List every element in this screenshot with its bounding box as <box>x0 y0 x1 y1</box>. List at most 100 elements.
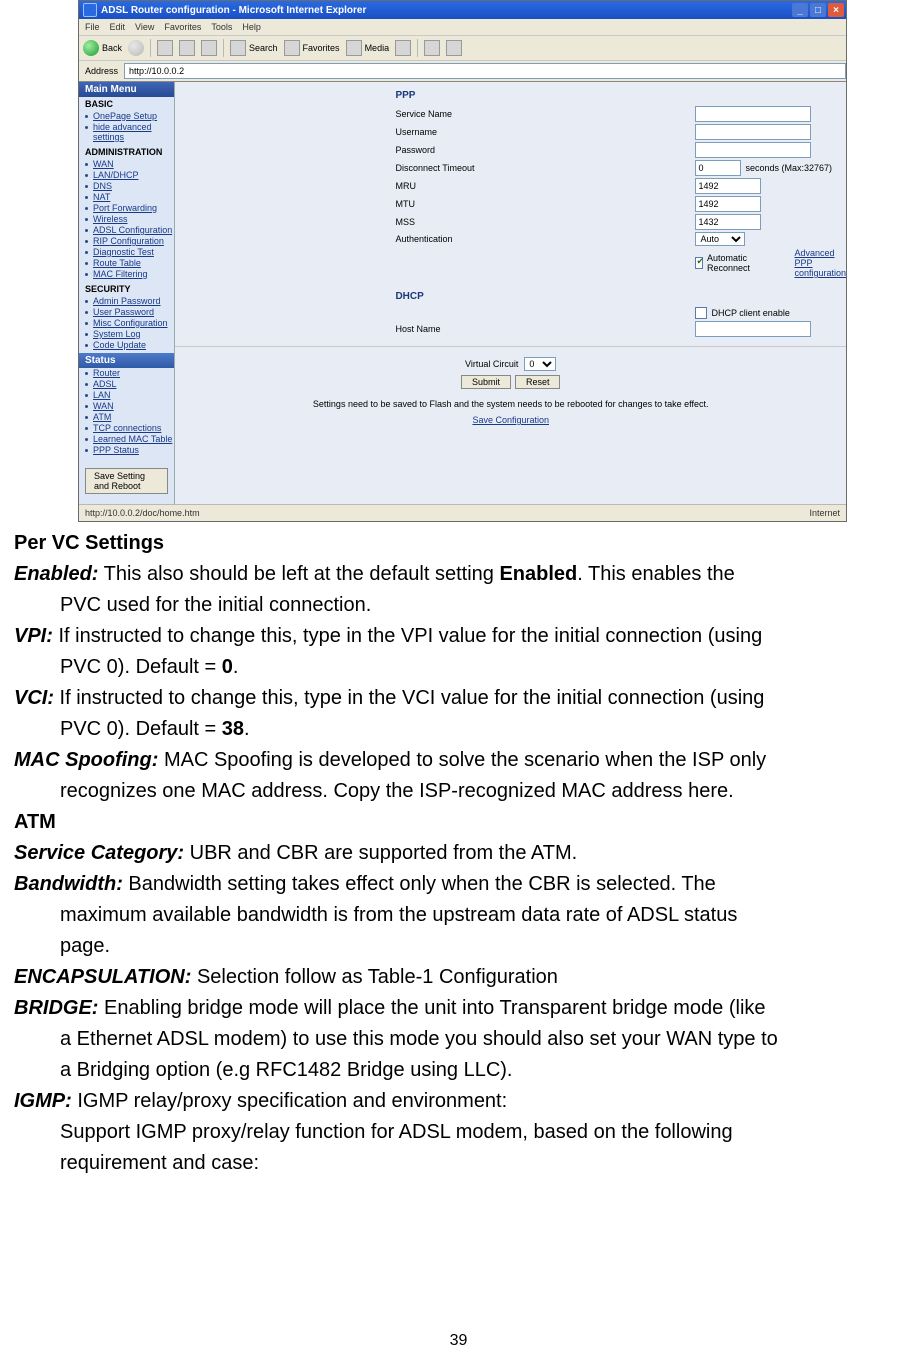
sidebar-item[interactable]: LAN <box>93 390 111 400</box>
para-bandwidth: Bandwidth: Bandwidth setting takes effec… <box>14 869 903 900</box>
sidebar-item[interactable]: ADSL <box>93 379 117 389</box>
favorites-button[interactable]: Favorites <box>284 40 340 56</box>
back-button[interactable]: Back <box>83 40 122 56</box>
para-vpi: VPI: If instructed to change this, type … <box>14 621 903 652</box>
sidebar-group-basic: BASIC <box>79 97 174 111</box>
sidebar-item[interactable]: ATM <box>93 412 111 422</box>
window-close-button[interactable]: × <box>828 3 844 17</box>
home-button[interactable] <box>201 40 217 56</box>
label-virtual-circuit: Virtual Circuit <box>465 359 518 369</box>
submit-button[interactable]: Submit <box>461 375 511 389</box>
mail-button[interactable] <box>424 40 440 56</box>
checkbox-auto-reconnect[interactable] <box>695 257 703 269</box>
sidebar-group-status: Status <box>79 353 174 368</box>
page-number: 39 <box>0 1332 917 1350</box>
refresh-button[interactable] <box>179 40 195 56</box>
sidebar-item[interactable]: Port Forwarding <box>93 203 157 213</box>
sidebar-item[interactable]: RIP Configuration <box>93 236 164 246</box>
sidebar-item[interactable]: Diagnostic Test <box>93 247 154 257</box>
menu-view[interactable]: View <box>135 22 154 32</box>
sidebar-item[interactable]: OnePage Setup <box>93 111 157 121</box>
sidebar-item[interactable]: WAN <box>93 159 114 169</box>
media-button[interactable]: Media <box>346 40 390 56</box>
sidebar-item[interactable]: System Log <box>93 329 141 339</box>
sidebar-item[interactable]: Misc Configuration <box>93 318 168 328</box>
link-save-configuration[interactable]: Save Configuration <box>472 415 549 425</box>
back-icon <box>83 40 99 56</box>
checkbox-dhcp-client[interactable] <box>695 307 707 319</box>
menu-tools[interactable]: Tools <box>211 22 232 32</box>
input-password[interactable] <box>695 142 811 158</box>
input-username[interactable] <box>695 124 811 140</box>
router-config-screenshot: ADSL Router configuration - Microsoft In… <box>78 0 847 522</box>
section-dhcp: DHCP <box>175 279 846 306</box>
sidebar-item[interactable]: hide advanced settings <box>93 122 152 142</box>
menu-bar: File Edit View Favorites Tools Help <box>79 19 846 36</box>
favorites-icon <box>284 40 300 56</box>
forward-button[interactable] <box>128 40 144 56</box>
link-advanced-ppp[interactable]: Advanced PPP configuration <box>794 248 846 278</box>
history-button[interactable] <box>395 40 411 56</box>
para-vpi-cont: PVC 0). Default = 0. <box>14 652 903 683</box>
sidebar: Main Menu BASIC OnePage Setup hide advan… <box>79 82 175 504</box>
label-username: Username <box>175 127 695 137</box>
toolbar-separator <box>150 39 151 57</box>
sidebar-item[interactable]: NAT <box>93 192 110 202</box>
sidebar-item[interactable]: Router <box>93 368 120 378</box>
sidebar-item[interactable]: WAN <box>93 401 114 411</box>
sidebar-item[interactable]: LAN/DHCP <box>93 170 139 180</box>
reset-button[interactable]: Reset <box>515 375 561 389</box>
label-mtu: MTU <box>175 199 695 209</box>
media-icon <box>346 40 362 56</box>
para-encapsulation: ENCAPSULATION: Selection follow as Table… <box>14 962 903 993</box>
save-reboot-button[interactable]: Save Setting and Reboot <box>85 468 168 494</box>
sidebar-item[interactable]: MAC Filtering <box>93 269 148 279</box>
input-service-name[interactable] <box>695 106 811 122</box>
input-mru[interactable] <box>695 178 761 194</box>
sidebar-item[interactable]: Code Update <box>93 340 146 350</box>
menu-help[interactable]: Help <box>242 22 261 32</box>
status-zone: Internet <box>809 508 840 518</box>
hint-disconnect: seconds (Max:32767) <box>745 163 832 173</box>
para-vci: VCI: If instructed to change this, type … <box>14 683 903 714</box>
para-bandwidth-cont1: maximum available bandwidth is from the … <box>14 900 903 931</box>
window-maximize-button[interactable]: □ <box>810 3 826 17</box>
label-mss: MSS <box>175 217 695 227</box>
input-mtu[interactable] <box>695 196 761 212</box>
search-button[interactable]: Search <box>230 40 278 56</box>
sidebar-item[interactable]: DNS <box>93 181 112 191</box>
address-input[interactable]: http://10.0.0.2 <box>124 63 846 79</box>
window-minimize-button[interactable]: _ <box>792 3 808 17</box>
print-button[interactable] <box>446 40 462 56</box>
select-auth[interactable]: Auto <box>695 232 745 246</box>
menu-edit[interactable]: Edit <box>110 22 126 32</box>
sidebar-item[interactable]: ADSL Configuration <box>93 225 172 235</box>
label-disconnect-timeout: Disconnect Timeout <box>175 163 695 173</box>
document-body: Per VC Settings Enabled: This also shoul… <box>0 522 917 1179</box>
toolbar-separator <box>417 39 418 57</box>
sidebar-item[interactable]: Admin Password <box>93 296 161 306</box>
sidebar-item[interactable]: Route Table <box>93 258 141 268</box>
section-ppp: PPP <box>175 88 846 105</box>
status-bar: http://10.0.0.2/doc/home.htm Internet <box>79 504 846 521</box>
label-service-name: Service Name <box>175 109 695 119</box>
label-auto-reconnect: Automatic Reconnect <box>707 253 754 273</box>
sidebar-item[interactable]: User Password <box>93 307 154 317</box>
sidebar-item[interactable]: PPP Status <box>93 445 139 455</box>
select-virtual-circuit[interactable]: 0 <box>524 357 556 371</box>
menu-favorites[interactable]: Favorites <box>164 22 201 32</box>
address-label: Address <box>85 66 118 76</box>
input-mss[interactable] <box>695 214 761 230</box>
flash-note: Settings need to be saved to Flash and t… <box>175 395 846 413</box>
para-igmp: IGMP: IGMP relay/proxy specification and… <box>14 1086 903 1117</box>
label-dhcp-client: DHCP client enable <box>711 308 789 318</box>
sidebar-item[interactable]: Wireless <box>93 214 128 224</box>
sidebar-item[interactable]: Learned MAC Table <box>93 434 172 444</box>
input-host-name[interactable] <box>695 321 811 337</box>
input-disconnect-timeout[interactable] <box>695 160 741 176</box>
stop-button[interactable] <box>157 40 173 56</box>
sidebar-group-security: SECURITY <box>79 282 174 296</box>
sidebar-item[interactable]: TCP connections <box>93 423 161 433</box>
heading-per-vc: Per VC Settings <box>14 528 903 559</box>
menu-file[interactable]: File <box>85 22 100 32</box>
